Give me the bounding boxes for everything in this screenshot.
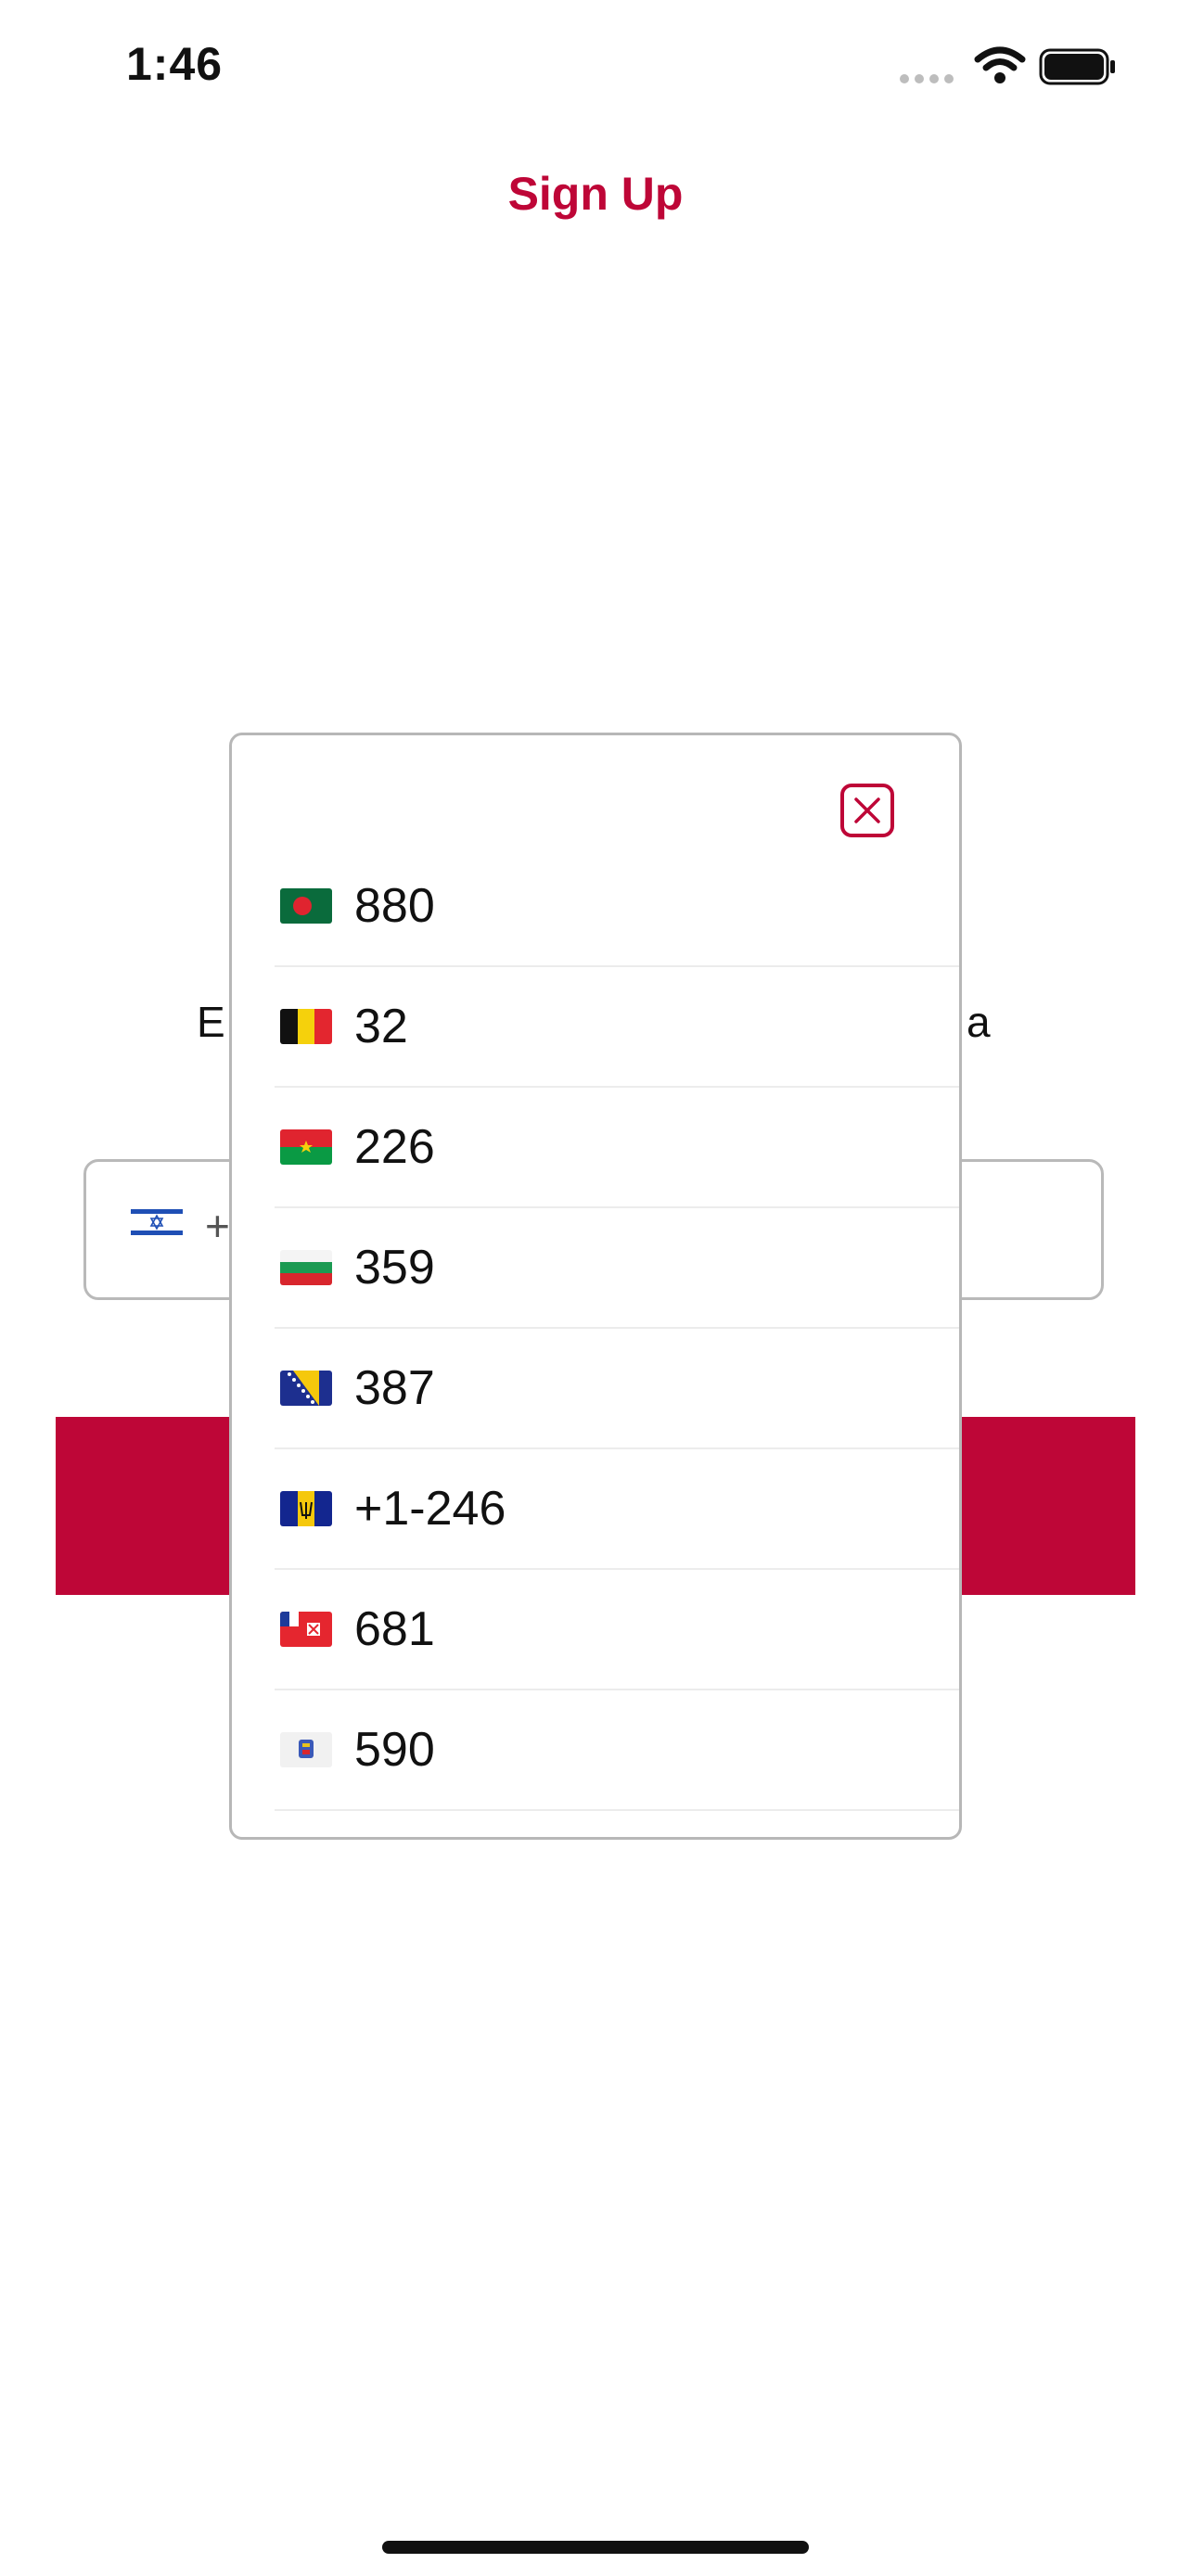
country-code-text: 681 bbox=[354, 1602, 435, 1656]
country-code-text: 359 bbox=[354, 1241, 435, 1294]
country-code-item[interactable]: 590 bbox=[275, 1690, 959, 1811]
home-indicator bbox=[382, 2541, 809, 2554]
country-code-prefix: + bbox=[205, 1202, 230, 1250]
country-code-item[interactable]: 32 bbox=[275, 967, 959, 1088]
wallis-futuna-flag-icon bbox=[280, 1612, 332, 1647]
country-code-list: 880 32 226 359 387 +1-246 681 590 bbox=[275, 847, 959, 1811]
close-button[interactable] bbox=[840, 784, 894, 837]
country-code-modal: 880 32 226 359 387 +1-246 681 590 bbox=[229, 733, 962, 1840]
country-code-item[interactable]: 387 bbox=[275, 1329, 959, 1449]
status-time: 1:46 bbox=[126, 38, 224, 90]
country-code-text: 32 bbox=[354, 1000, 408, 1053]
country-code-text: 387 bbox=[354, 1361, 435, 1415]
bulgaria-flag-icon bbox=[280, 1250, 332, 1285]
bangladesh-flag-icon bbox=[280, 888, 332, 924]
instruction-text: E bbox=[197, 998, 225, 1046]
country-code-item[interactable]: +1-246 bbox=[275, 1449, 959, 1570]
country-code-item[interactable]: 226 bbox=[275, 1088, 959, 1208]
country-code-text: 880 bbox=[354, 879, 435, 933]
saint-barthelemy-flag-icon bbox=[280, 1732, 332, 1767]
country-code-text: +1-246 bbox=[354, 1482, 506, 1536]
bosnia-herzegovina-flag-icon bbox=[280, 1371, 332, 1406]
close-icon bbox=[854, 797, 880, 823]
country-code-item[interactable]: 681 bbox=[275, 1570, 959, 1690]
burkina-faso-flag-icon bbox=[280, 1129, 332, 1165]
instruction-text-end: a bbox=[967, 998, 991, 1046]
country-code-text: 590 bbox=[354, 1723, 435, 1777]
country-code-item[interactable]: 880 bbox=[275, 847, 959, 967]
israel-flag-icon bbox=[131, 1205, 183, 1240]
belgium-flag-icon bbox=[280, 1009, 332, 1044]
barbados-flag-icon bbox=[280, 1491, 332, 1526]
page-title: Sign Up bbox=[507, 168, 684, 220]
country-code-text: 226 bbox=[354, 1120, 435, 1174]
battery-icon bbox=[1039, 48, 1117, 90]
wifi-icon bbox=[974, 46, 1026, 90]
country-code-item[interactable]: 359 bbox=[275, 1208, 959, 1329]
cellular-signal-icon bbox=[900, 74, 954, 83]
